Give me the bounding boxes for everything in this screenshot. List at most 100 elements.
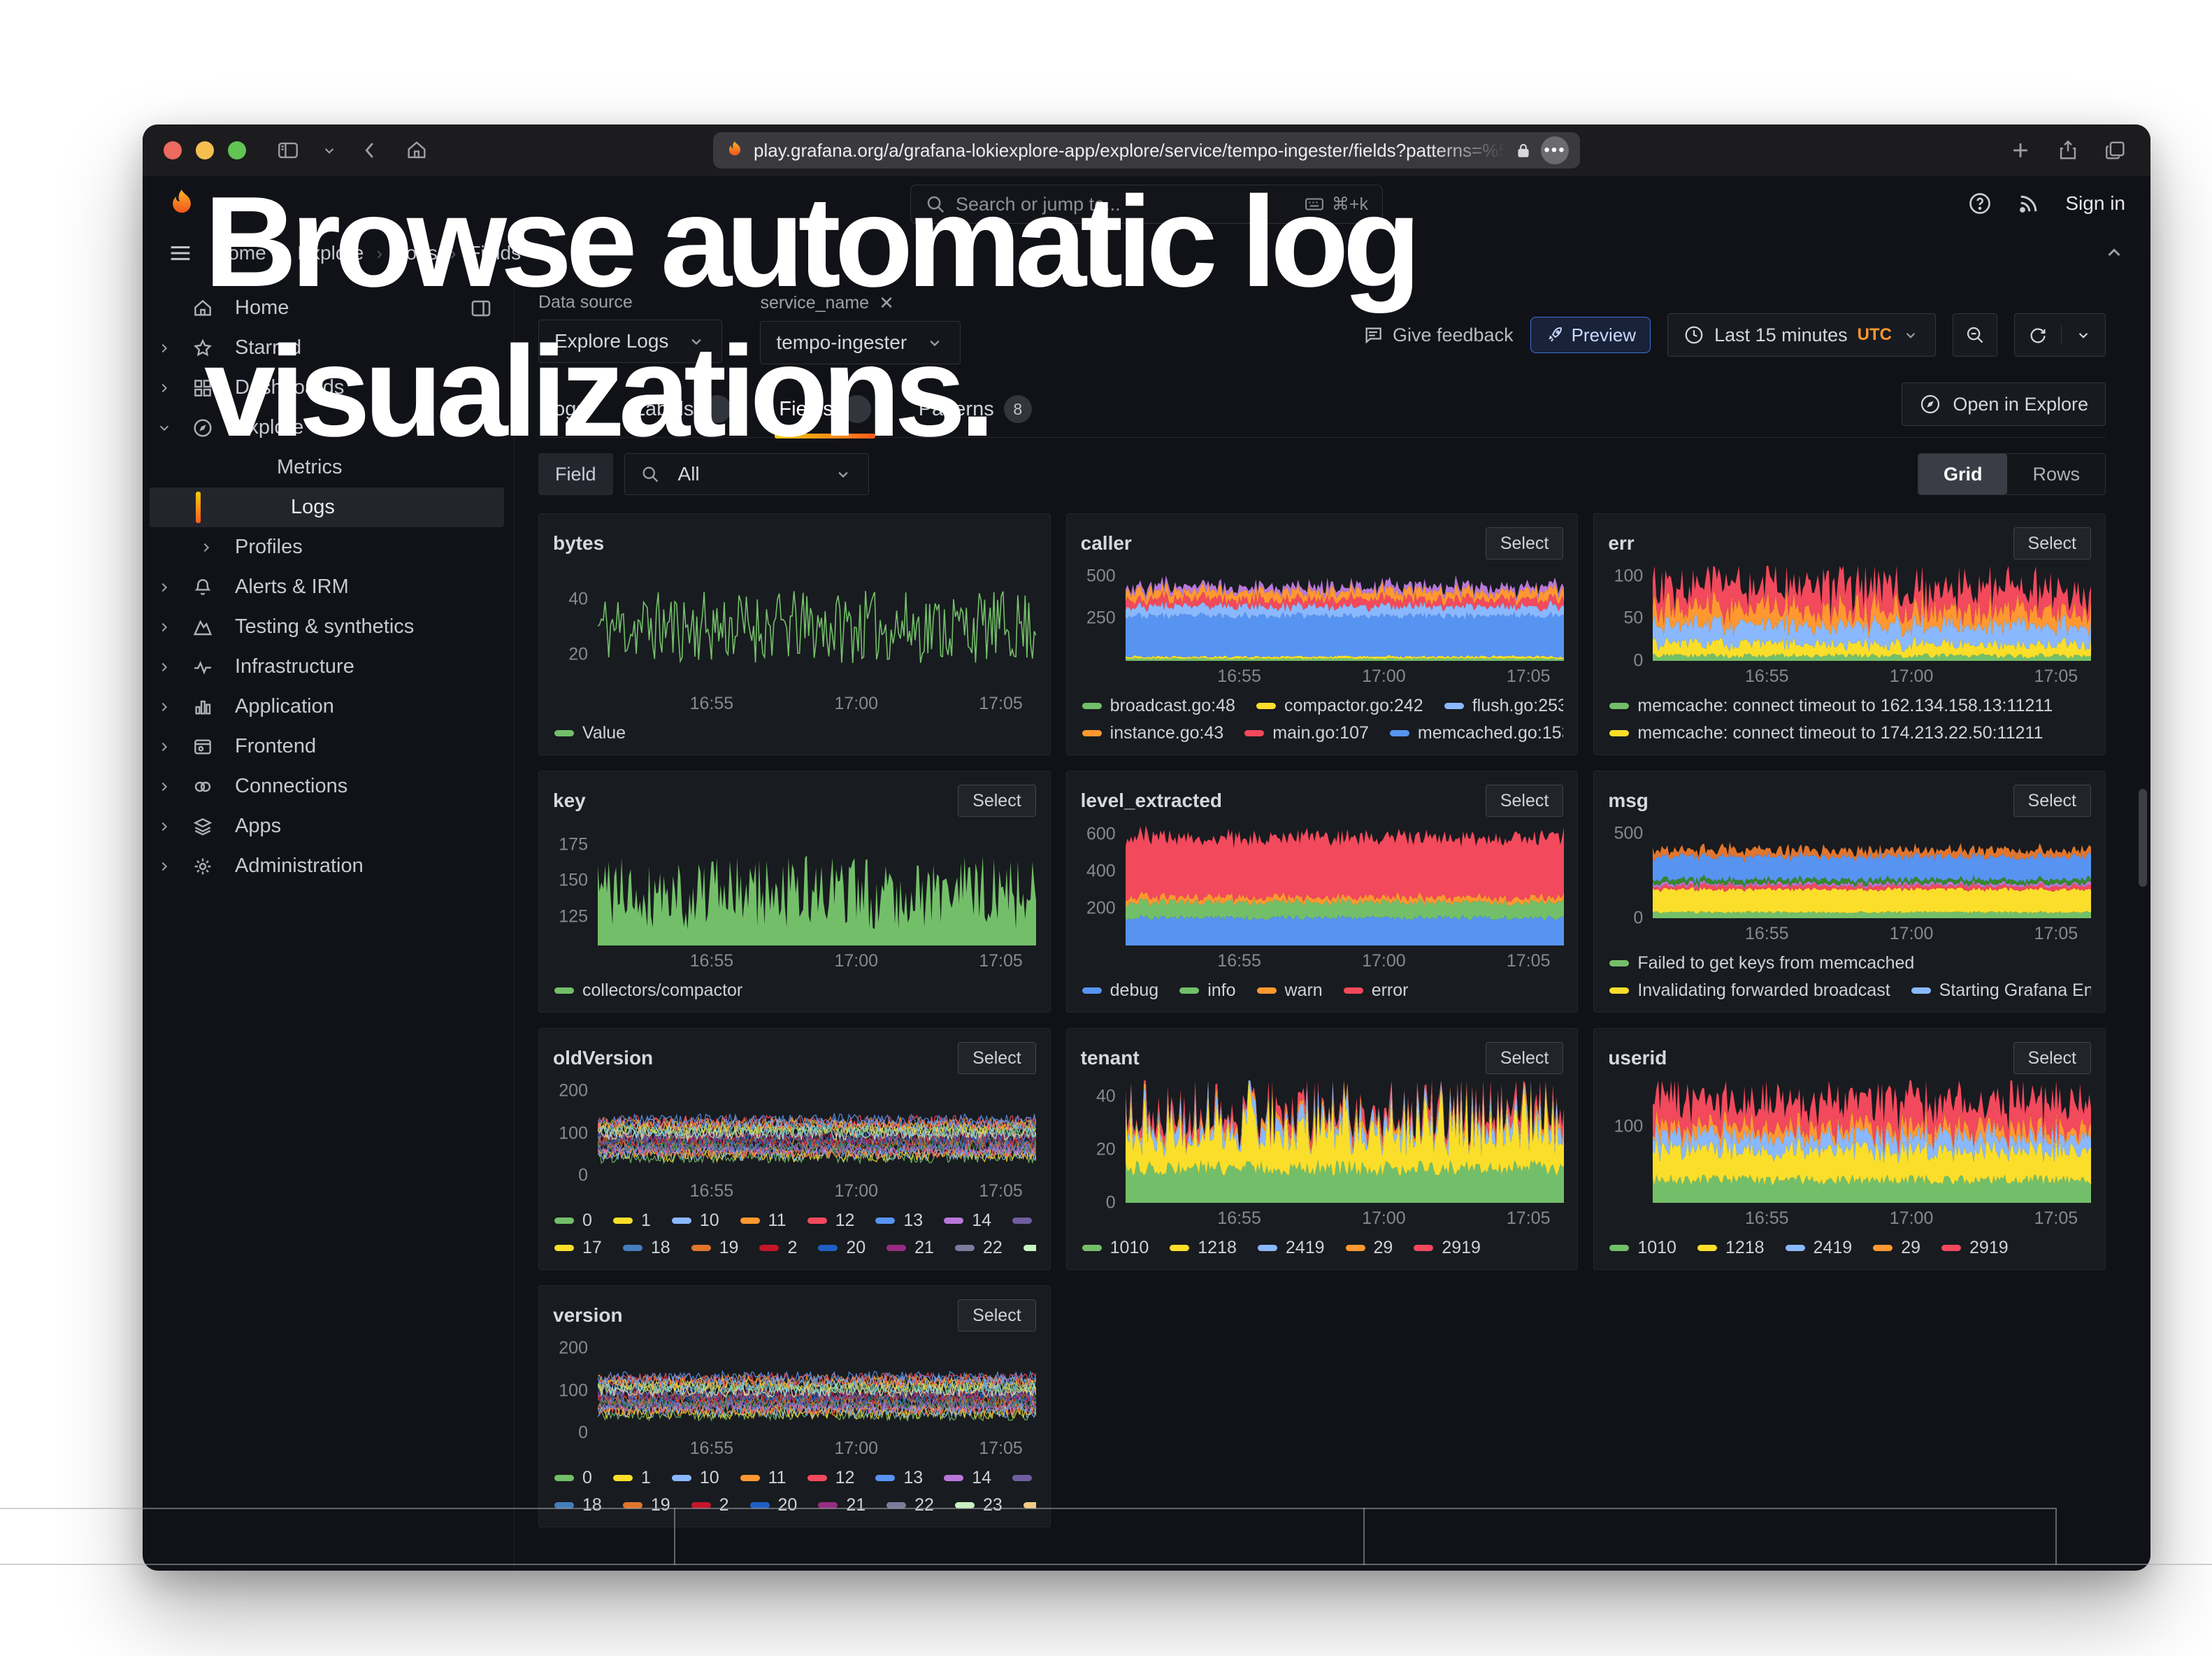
- chart-plot[interactable]: [598, 823, 1036, 945]
- chart-plot[interactable]: [598, 1338, 1036, 1433]
- tab-overview-icon[interactable]: [2102, 136, 2130, 164]
- grafana-logo[interactable]: [166, 188, 197, 219]
- chevron-right-icon[interactable]: [155, 658, 176, 676]
- legend-item[interactable]: 21: [818, 1495, 866, 1515]
- legend-item[interactable]: memcache: connect timeout to 162.134.158…: [1609, 696, 2053, 716]
- sidebar-item-connections[interactable]: Connections: [150, 766, 504, 806]
- legend-item[interactable]: 22: [886, 1495, 934, 1515]
- chevron-right-icon[interactable]: [155, 857, 176, 876]
- refresh-interval-dropdown[interactable]: [2061, 326, 2105, 344]
- legend-item[interactable]: main.go:107: [1244, 723, 1369, 743]
- legend-item[interactable]: Failed to get keys from memcached: [1609, 953, 1914, 973]
- legend-item[interactable]: 1010: [1609, 1238, 1676, 1258]
- legend-item[interactable]: 24: [1024, 1495, 1036, 1515]
- select-button[interactable]: Select: [958, 1042, 1035, 1074]
- legend-item[interactable]: 12: [807, 1211, 855, 1231]
- legend-item[interactable]: 23: [1024, 1238, 1036, 1258]
- legend-item[interactable]: 23: [955, 1495, 1003, 1515]
- legend-item[interactable]: 12: [807, 1468, 855, 1488]
- chevron-right-icon[interactable]: [155, 578, 176, 597]
- chart-plot[interactable]: [1126, 823, 1564, 945]
- legend-item[interactable]: 2919: [1941, 1238, 2009, 1258]
- select-button[interactable]: Select: [2013, 1042, 2091, 1074]
- view-option-grid[interactable]: Grid: [1918, 454, 2008, 494]
- legend-item[interactable]: 15: [1012, 1468, 1036, 1488]
- open-in-explore-button[interactable]: Open in Explore: [1902, 383, 2106, 426]
- chevron-right-icon[interactable]: [155, 738, 176, 756]
- sidebar-item-application[interactable]: Application: [150, 687, 504, 727]
- sidebar-item-logs[interactable]: Logs: [150, 487, 504, 527]
- legend-item[interactable]: 10: [672, 1211, 719, 1231]
- legend-item[interactable]: 1010: [1082, 1238, 1149, 1258]
- legend-item[interactable]: 13: [875, 1468, 923, 1488]
- sidebar-item-frontend[interactable]: Frontend: [150, 727, 504, 766]
- chevron-right-icon[interactable]: [155, 818, 176, 836]
- help-icon[interactable]: [1967, 191, 1992, 216]
- new-tab-icon[interactable]: [2006, 136, 2034, 164]
- legend-item[interactable]: 14: [944, 1468, 991, 1488]
- select-button[interactable]: Select: [958, 785, 1035, 817]
- menu-hamburger-icon[interactable]: [166, 239, 194, 267]
- chart-plot[interactable]: [1126, 1080, 1564, 1203]
- legend-item[interactable]: collectors/compactor: [554, 980, 742, 1001]
- legend-item[interactable]: 1: [613, 1211, 651, 1231]
- news-rss-icon[interactable]: [2016, 191, 2041, 216]
- sidebar-item-apps[interactable]: Apps: [150, 806, 504, 846]
- legend-item[interactable]: 22: [955, 1238, 1003, 1258]
- home-button-icon[interactable]: [403, 136, 431, 164]
- select-button[interactable]: Select: [958, 1299, 1035, 1332]
- view-option-rows[interactable]: Rows: [2007, 454, 2105, 494]
- legend-item[interactable]: Starting Grafana Enterpri: [1911, 980, 2091, 1001]
- select-button[interactable]: Select: [2013, 527, 2091, 559]
- legend-item[interactable]: 1218: [1697, 1238, 1765, 1258]
- share-icon[interactable]: [2054, 136, 2082, 164]
- legend-item[interactable]: 1: [613, 1468, 651, 1488]
- sidebar-item-profiles[interactable]: Profiles: [150, 527, 504, 567]
- chevron-right-icon[interactable]: [197, 538, 218, 557]
- time-range-picker[interactable]: Last 15 minutes UTC: [1667, 313, 1936, 357]
- legend-item[interactable]: memcache: connect timeout to 174.213.22.…: [1609, 723, 2043, 743]
- sidebar-item-testing-synthetics[interactable]: Testing & synthetics: [150, 607, 504, 647]
- sidebar-item-administration[interactable]: Administration: [150, 846, 504, 886]
- legend-item[interactable]: 2: [759, 1238, 797, 1258]
- legend-item[interactable]: 13: [875, 1211, 923, 1231]
- legend-item[interactable]: info: [1179, 980, 1235, 1001]
- zoom-window-button[interactable]: [228, 141, 246, 159]
- minimize-window-button[interactable]: [196, 141, 214, 159]
- chart-plot[interactable]: [1653, 823, 2091, 918]
- legend-item[interactable]: 2: [691, 1495, 729, 1515]
- legend-item[interactable]: 20: [818, 1238, 866, 1258]
- legend-item[interactable]: 11: [740, 1468, 787, 1488]
- legend-item[interactable]: 2419: [1258, 1238, 1325, 1258]
- legend-item[interactable]: 0: [554, 1468, 592, 1488]
- legend-item[interactable]: 10: [672, 1468, 719, 1488]
- legend-item[interactable]: 11: [740, 1211, 787, 1231]
- url-more-button[interactable]: •••: [1541, 136, 1569, 164]
- select-button[interactable]: Select: [1486, 527, 1563, 559]
- close-window-button[interactable]: [164, 141, 182, 159]
- refresh-button[interactable]: [2015, 324, 2061, 345]
- sidebar-toggle-icon[interactable]: [274, 136, 302, 164]
- chevron-right-icon[interactable]: [155, 778, 176, 796]
- legend-item[interactable]: 20: [750, 1495, 798, 1515]
- chevron-right-icon[interactable]: [155, 339, 176, 357]
- sign-in-button[interactable]: Sign in: [2065, 192, 2125, 215]
- legend-item[interactable]: 18: [623, 1238, 670, 1258]
- legend-item[interactable]: error: [1344, 980, 1409, 1001]
- chevron-right-icon[interactable]: [155, 379, 176, 397]
- chart-plot[interactable]: [598, 1080, 1036, 1176]
- legend-item[interactable]: 2419: [1786, 1238, 1853, 1258]
- zoom-out-time-button[interactable]: [1953, 313, 1997, 357]
- legend-item[interactable]: flush.go:253: [1444, 696, 1564, 716]
- scrollbar-thumb[interactable]: [2139, 789, 2147, 887]
- collapse-panel-icon[interactable]: [2102, 241, 2127, 266]
- legend-item[interactable]: Invalidating forwarded broadcast: [1609, 980, 1890, 1001]
- legend-item[interactable]: 19: [623, 1495, 670, 1515]
- chevron-down-icon[interactable]: [155, 419, 176, 437]
- legend-item[interactable]: memcached.go:153: [1390, 723, 1563, 743]
- select-button[interactable]: Select: [2013, 785, 2091, 817]
- legend-item[interactable]: Value: [554, 723, 626, 743]
- legend-item[interactable]: 18: [554, 1495, 602, 1515]
- back-button-icon[interactable]: [357, 136, 385, 164]
- sidebar-item-infrastructure[interactable]: Infrastructure: [150, 647, 504, 687]
